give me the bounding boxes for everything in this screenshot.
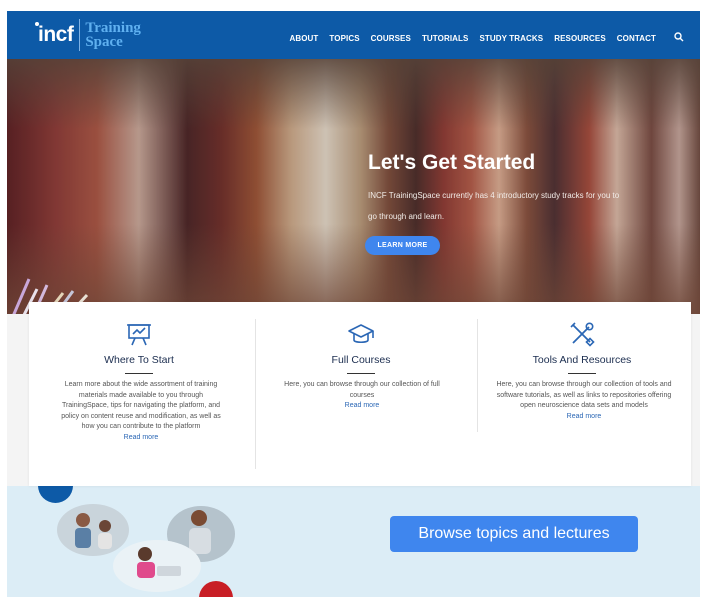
tools-icon xyxy=(570,322,595,347)
card-title: Full Courses xyxy=(331,354,391,366)
presentation-board-icon xyxy=(127,324,151,346)
nav-item-contact[interactable]: CONTACT xyxy=(617,34,656,43)
read-more-link[interactable]: Read more xyxy=(273,401,451,412)
card-full-courses: Full Courses Here, you can browse throug… xyxy=(251,302,471,486)
features-panel: Where To Start Learn more about the wide… xyxy=(29,302,691,486)
main-menu: ABOUT TOPICS COURSES TUTORIALS STUDY TRA… xyxy=(289,34,656,43)
nav-item-courses[interactable]: COURSES xyxy=(371,34,411,43)
title-underline xyxy=(568,373,596,374)
learn-more-button[interactable]: LEARN MORE xyxy=(365,236,440,255)
search-icon[interactable] xyxy=(673,31,685,43)
logo-dot xyxy=(35,22,39,26)
logo-space-text: Space xyxy=(85,34,123,50)
title-underline xyxy=(125,373,153,374)
card-tools-and-resources: Tools And Resources Here, you can browse… xyxy=(472,302,692,486)
read-more-link[interactable]: Read more xyxy=(55,433,227,444)
top-navbar: incf Training Space ABOUT TOPICS COURSES… xyxy=(7,11,700,59)
card-text: Here, you can browse through our collect… xyxy=(496,381,672,409)
hero-description: INCF TrainingSpace currently has 4 intro… xyxy=(368,191,620,221)
card-text: Learn more about the wide assortment of … xyxy=(61,381,221,430)
site-logo[interactable]: incf Training Space xyxy=(35,16,141,54)
hero-banner: Let's Get Started INCF TrainingSpace cur… xyxy=(7,59,700,314)
nav-item-resources[interactable]: RESOURCES xyxy=(554,34,606,43)
logo-training-text: Training xyxy=(85,20,141,36)
browse-topics-button[interactable]: Browse topics and lectures xyxy=(390,516,638,552)
hero-title: Let's Get Started xyxy=(368,151,536,174)
nav-item-about[interactable]: ABOUT xyxy=(289,34,318,43)
card-title: Tools And Resources xyxy=(532,354,632,366)
nav-item-topics[interactable]: TOPICS xyxy=(329,34,359,43)
card-text: Here, you can browse through our collect… xyxy=(284,381,440,399)
card-title: Where To Start xyxy=(104,354,174,366)
logo-incf-text: incf xyxy=(38,23,74,46)
logo-trainingspace: Training Space xyxy=(85,20,141,50)
browse-section: Browse topics and lectures xyxy=(7,486,700,597)
card-where-to-start: Where To Start Learn more about the wide… xyxy=(29,302,249,486)
nav-item-study-tracks[interactable]: STUDY TRACKS xyxy=(479,34,543,43)
title-underline xyxy=(347,373,375,374)
read-more-link[interactable]: Read more xyxy=(492,412,676,423)
card-description: Here, you can browse through our collect… xyxy=(492,380,676,422)
graduation-cap-icon xyxy=(348,324,374,344)
logo-separator xyxy=(79,19,81,51)
browser-viewport: incf Training Space ABOUT TOPICS COURSES… xyxy=(7,11,700,597)
card-description: Learn more about the wide assortment of … xyxy=(55,380,227,443)
card-description: Here, you can browse through our collect… xyxy=(273,380,451,412)
nav-item-tutorials[interactable]: TUTORIALS xyxy=(422,34,469,43)
